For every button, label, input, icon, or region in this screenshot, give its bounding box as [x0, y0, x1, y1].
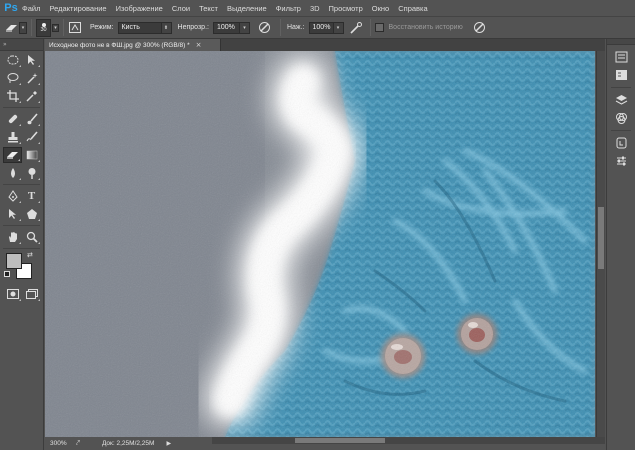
- separator: [3, 248, 40, 249]
- airbrush-icon[interactable]: [350, 21, 364, 35]
- tablet-pressure-size-icon[interactable]: [473, 21, 487, 35]
- tablet-pressure-opacity-icon[interactable]: [258, 21, 272, 35]
- menu-layers[interactable]: Слои: [172, 4, 190, 13]
- history-brush-icon[interactable]: [22, 129, 41, 145]
- type-icon[interactable]: T: [22, 188, 41, 204]
- brush-size-value: 30: [40, 26, 47, 33]
- separator: [63, 19, 64, 36]
- lasso-icon[interactable]: [3, 70, 22, 86]
- document-size-info: Док: 2,25M/2,25M: [101, 440, 155, 447]
- restore-history-checkbox[interactable]: [374, 23, 384, 32]
- menu-select[interactable]: Выделение: [227, 4, 267, 13]
- separator: [3, 184, 40, 185]
- magic-wand-icon[interactable]: [22, 70, 41, 86]
- zoom-icon[interactable]: [22, 229, 41, 245]
- channels-panel-icon[interactable]: [607, 109, 635, 127]
- pressure-label: Наж.:: [286, 24, 305, 31]
- options-bar: ▾ 30 ▾ Режим: Кисть ⬍ Непрозр.: 100% ▾ Н…: [0, 16, 635, 39]
- opacity-label: Непрозр.:: [177, 24, 209, 31]
- status-bar: 300% ⤤ Док: 2,25M/2,25M ▶: [45, 437, 212, 450]
- horizontal-scrollbar[interactable]: [212, 437, 605, 444]
- dodge-icon[interactable]: [22, 165, 41, 181]
- separator: [369, 19, 371, 36]
- opacity-dropdown-arrow[interactable]: ▾: [239, 21, 250, 34]
- separator: [3, 107, 40, 108]
- eyedropper-icon[interactable]: [22, 88, 41, 104]
- pressure-input[interactable]: 100%: [308, 21, 334, 34]
- move-icon[interactable]: [22, 52, 41, 68]
- separator: [3, 225, 40, 226]
- rect-marquee-icon[interactable]: [3, 52, 22, 68]
- toolbox-collapse-icon[interactable]: »: [0, 39, 43, 51]
- panel-dock: [606, 39, 635, 450]
- tool-preset-dropdown[interactable]: ▾: [19, 21, 27, 34]
- blur-icon[interactable]: [3, 165, 22, 181]
- photo-image: [45, 51, 595, 437]
- status-menu-arrow-icon[interactable]: ▶: [166, 440, 171, 447]
- crop-icon[interactable]: [3, 88, 22, 104]
- mode-label: Режим:: [90, 24, 114, 31]
- menu-filter[interactable]: Фильтр: [276, 4, 301, 13]
- pressure-dropdown-arrow[interactable]: ▾: [333, 21, 344, 34]
- history-panel-icon[interactable]: [607, 48, 635, 66]
- path-selection-icon[interactable]: [3, 206, 22, 222]
- foreground-color-swatch[interactable]: [6, 253, 22, 269]
- zoom-level[interactable]: 300%: [50, 440, 76, 447]
- quick-mask-icon[interactable]: [3, 286, 22, 302]
- healing-brush-icon[interactable]: [3, 111, 22, 127]
- properties-panel-icon[interactable]: [607, 66, 635, 84]
- hand-icon[interactable]: [3, 229, 22, 245]
- mode-select[interactable]: Кисть: [117, 21, 162, 34]
- shape-icon[interactable]: [22, 206, 41, 222]
- separator: [31, 19, 32, 36]
- brush-panel-toggle-icon[interactable]: [68, 21, 82, 35]
- pen-icon[interactable]: [3, 188, 22, 204]
- paths-panel-icon[interactable]: [607, 134, 635, 152]
- menu-edit[interactable]: Редактирование: [49, 4, 106, 13]
- document-tab-title: Исходное фото не в ФШ.jpg @ 300% (RGB/8)…: [49, 41, 190, 49]
- menu-file[interactable]: Файл: [22, 4, 40, 13]
- brush-preset-picker[interactable]: 30: [36, 18, 51, 37]
- separator: [611, 87, 631, 88]
- document-tab-bar: Исходное фото не в ФШ.jpg @ 300% (RGB/8)…: [45, 39, 605, 51]
- color-swatches: ⇄: [0, 251, 43, 283]
- clone-stamp-icon[interactable]: [3, 129, 22, 145]
- screen-mode-icon[interactable]: [22, 286, 41, 302]
- photoshop-logo: Ps: [4, 2, 18, 14]
- vertical-scrollbar-thumb[interactable]: [598, 207, 604, 269]
- panel-dock-grip[interactable]: [607, 39, 635, 45]
- separator: [279, 19, 281, 36]
- close-icon[interactable]: ×: [196, 41, 202, 49]
- layers-panel-icon[interactable]: [607, 91, 635, 109]
- menu-view[interactable]: Просмотр: [329, 4, 363, 13]
- menu-help[interactable]: Справка: [398, 4, 427, 13]
- restore-history-label: Восстановить историю: [388, 24, 463, 31]
- document-tab[interactable]: Исходное фото не в ФШ.jpg @ 300% (RGB/8)…: [45, 39, 221, 51]
- vertical-scrollbar[interactable]: [596, 51, 605, 437]
- menu-type[interactable]: Текст: [199, 4, 218, 13]
- mode-dropdown-arrow[interactable]: ⬍: [161, 21, 172, 34]
- adjustments-panel-icon[interactable]: [607, 152, 635, 170]
- swap-colors-icon[interactable]: ⇄: [27, 251, 33, 259]
- brush-size-dropdown[interactable]: ▾: [52, 23, 59, 32]
- toolbox: » T ⇄: [0, 39, 44, 450]
- menu-3d[interactable]: 3D: [310, 4, 320, 13]
- export-icon[interactable]: ⤤: [76, 439, 80, 448]
- opacity-input[interactable]: 100%: [212, 21, 240, 34]
- eraser-icon[interactable]: [3, 147, 22, 163]
- eraser-tool-preset-icon[interactable]: [4, 21, 18, 35]
- document-canvas[interactable]: [45, 51, 595, 437]
- default-colors-icon[interactable]: [4, 271, 10, 277]
- menu-bar: Ps Файл Редактирование Изображение Слои …: [0, 0, 635, 16]
- menu-window[interactable]: Окно: [372, 4, 389, 13]
- horizontal-scrollbar-thumb[interactable]: [295, 438, 385, 443]
- separator: [611, 130, 631, 131]
- menu-image[interactable]: Изображение: [116, 4, 163, 13]
- gradient-icon[interactable]: [22, 147, 41, 163]
- brush-icon[interactable]: [22, 111, 41, 127]
